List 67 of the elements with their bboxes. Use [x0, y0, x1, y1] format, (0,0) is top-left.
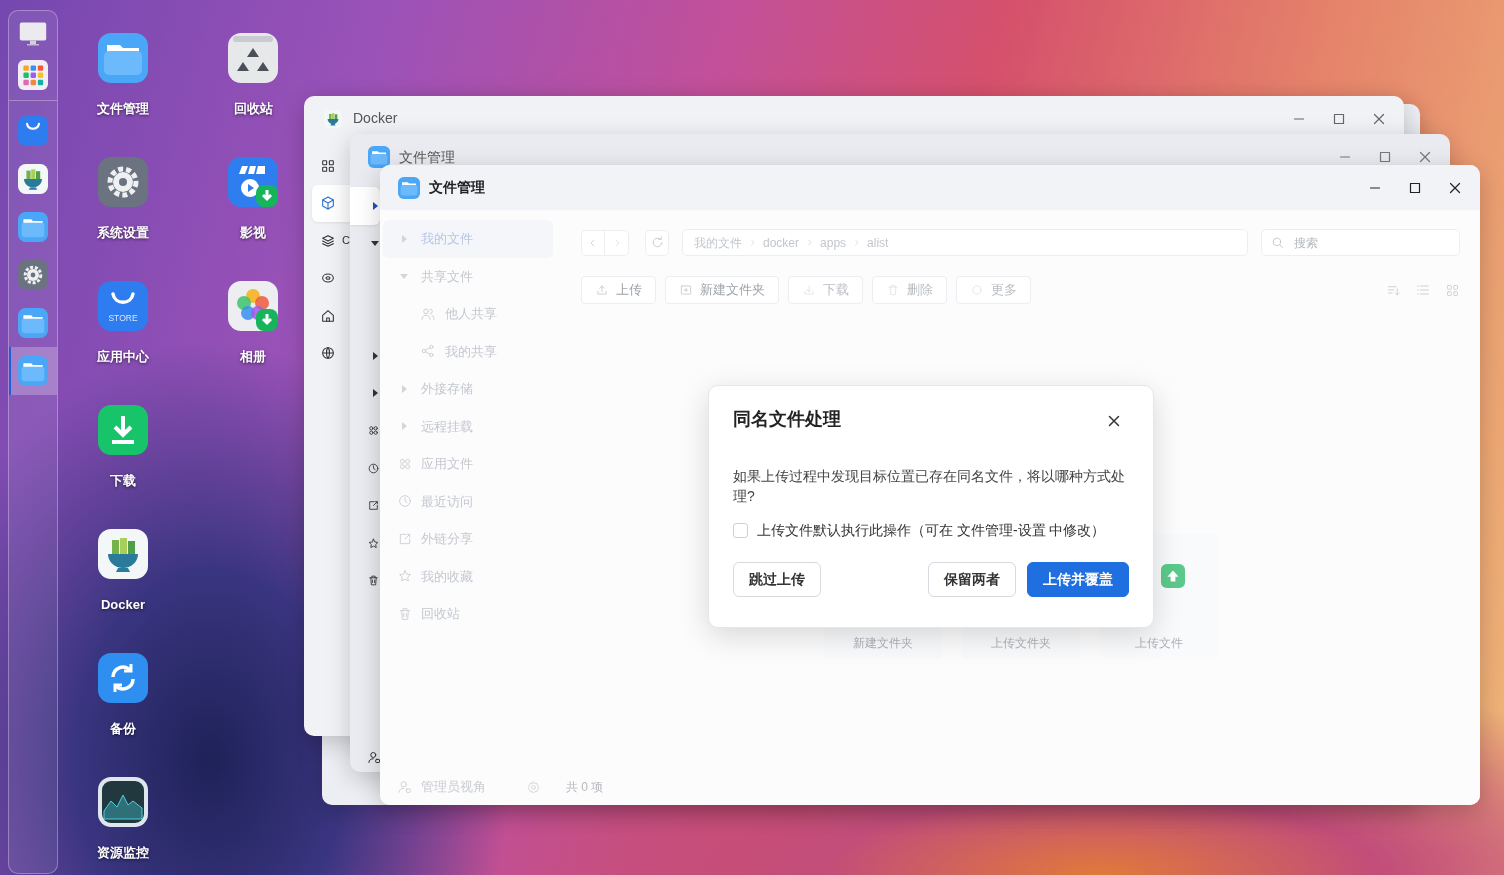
- checkbox[interactable]: [733, 523, 748, 538]
- app-grid-icon[interactable]: [18, 59, 48, 90]
- sidebar-item[interactable]: [312, 184, 350, 222]
- globe-icon[interactable]: [320, 345, 336, 362]
- folder-icon: [398, 176, 420, 199]
- dialog-message: 如果上传过程中发现目标位置已存在同名文件，将以哪种方式处理?: [733, 467, 1126, 506]
- breadcrumb-link[interactable]: alist: [867, 233, 889, 252]
- star-icon[interactable]: [367, 535, 380, 551]
- folder-plus-icon: [679, 283, 693, 297]
- layers-icon[interactable]: [320, 232, 336, 249]
- star-icon: [397, 568, 413, 585]
- folder-icon[interactable]: [18, 308, 48, 338]
- path-field[interactable]: 我的文件 docker apps alist: [682, 229, 1248, 256]
- new-folder-button[interactable]: 新建文件夹: [665, 276, 779, 304]
- folder-icon[interactable]: [18, 212, 48, 242]
- folder-icon[interactable]: [98, 33, 148, 83]
- flower-icon[interactable]: [228, 281, 278, 331]
- folder-icon: [368, 146, 390, 168]
- gear-icon[interactable]: [18, 260, 48, 290]
- sync-icon[interactable]: [98, 653, 148, 703]
- app-label[interactable]: 下载: [110, 471, 136, 491]
- dialog-title: 同名文件处理: [733, 409, 841, 431]
- grid-icon[interactable]: [320, 157, 336, 174]
- sidebar-label[interactable]: C: [342, 235, 350, 247]
- upload-button[interactable]: 上传: [581, 276, 656, 304]
- store-icon[interactable]: [18, 116, 48, 146]
- app-label[interactable]: 应用中心: [97, 347, 149, 367]
- dialog-button[interactable]: 保留两者: [928, 562, 1016, 597]
- folder-icon[interactable]: [18, 356, 48, 386]
- app-label[interactable]: 回收站: [233, 99, 273, 119]
- forward-icon: [852, 238, 862, 247]
- window-title: 文件管理: [429, 178, 485, 197]
- app-label[interactable]: Docker: [100, 595, 146, 615]
- store-icon[interactable]: STORE: [98, 281, 148, 331]
- dialog-button[interactable]: 上传并覆盖: [1027, 562, 1129, 597]
- search-icon: [1270, 235, 1285, 250]
- breadcrumb-link[interactable]: apps: [820, 233, 847, 252]
- clock-icon: [397, 493, 413, 510]
- window-title: 文件管理: [399, 147, 455, 167]
- app-label[interactable]: 影视: [240, 223, 266, 243]
- app-label[interactable]: 文件管理: [97, 99, 149, 119]
- chart-icon[interactable]: [98, 777, 148, 827]
- app-label[interactable]: 资源监控: [97, 843, 149, 863]
- cube-icon[interactable]: [320, 195, 336, 212]
- trash-icon: [397, 605, 413, 622]
- upload-icon: [595, 283, 609, 297]
- people-icon: [420, 305, 436, 322]
- breadcrumb-link[interactable]: docker: [763, 233, 800, 252]
- sidebar-item[interactable]: 我的文件: [383, 220, 553, 258]
- forward-icon: [748, 238, 757, 247]
- home-icon[interactable]: [320, 307, 336, 324]
- search-field[interactable]: 搜索: [1261, 229, 1460, 256]
- app-label[interactable]: 备份: [110, 719, 136, 739]
- upload-icon: [1160, 564, 1185, 588]
- share-icon: [420, 343, 436, 360]
- breadcrumb-link[interactable]: 我的文件: [694, 233, 742, 252]
- dialog-button[interactable]: 跳过上传: [733, 562, 821, 597]
- trash-icon: [886, 283, 900, 297]
- play-icon[interactable]: [228, 157, 278, 207]
- window-title: Docker: [353, 109, 398, 128]
- app-label[interactable]: 相册: [240, 347, 266, 367]
- app-label[interactable]: 系统设置: [97, 223, 149, 243]
- gear-icon[interactable]: [98, 157, 148, 207]
- forward-icon: [805, 238, 815, 247]
- circle-icon: [970, 283, 984, 297]
- download-icon[interactable]: [98, 405, 148, 455]
- item-count: 共 0 项: [566, 779, 604, 796]
